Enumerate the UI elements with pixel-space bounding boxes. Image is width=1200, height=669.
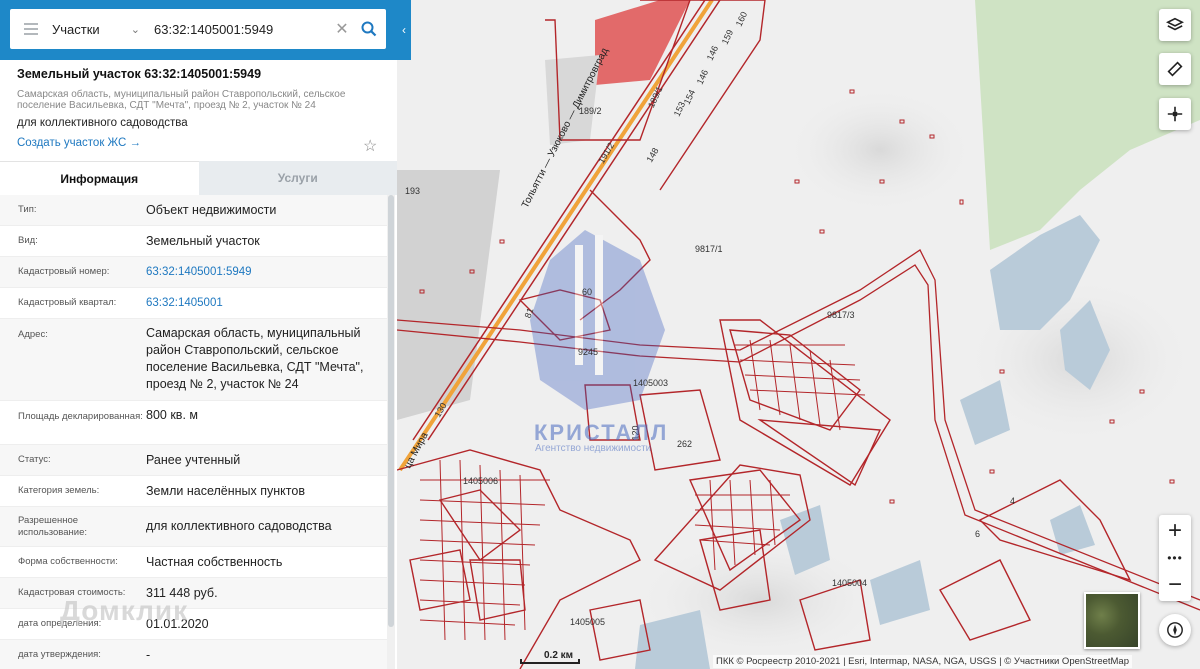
hamburger-menu-icon[interactable] xyxy=(10,9,52,49)
more-options-button[interactable]: ••• xyxy=(1159,547,1191,569)
map-label-quarter: 1405004 xyxy=(832,578,868,588)
parcel-title: Земельный участок 63:32:1405001:5949 xyxy=(17,67,262,81)
table-row: Адрес: Самарская область, муниципальный … xyxy=(0,319,387,401)
row-key: Вид: xyxy=(18,235,38,246)
clear-icon[interactable]: ✕ xyxy=(332,19,352,39)
ruler-button[interactable] xyxy=(1159,53,1191,85)
map-label-parcel: 9817/3 xyxy=(827,310,855,320)
table-row: Вид: Земельный участок xyxy=(0,226,387,257)
zoom-controls: + ••• − xyxy=(1159,515,1191,601)
row-value: для коллективного садоводства xyxy=(146,519,332,533)
row-key: Кадастровый квартал: xyxy=(18,297,117,308)
parcel-address: Самарская область, муниципальный район С… xyxy=(17,89,346,111)
table-row: Кадастровая стоимость: 311 448 руб. xyxy=(0,578,387,609)
map-label-parcel: 9245 xyxy=(578,347,599,357)
table-row: дата определения: 01.01.2020 xyxy=(0,609,387,640)
map-label-parcel: 9817/1 xyxy=(695,244,723,254)
map-label-quarter: 1405003 xyxy=(633,378,669,388)
row-key: Адрес: xyxy=(18,329,48,340)
info-table: Тип: Объект недвижимости Вид: Земельный … xyxy=(0,195,387,669)
ruler-icon xyxy=(1167,61,1183,77)
map-label-parcel: 189/2 xyxy=(579,106,602,116)
search-input[interactable] xyxy=(148,10,332,48)
object-type-label: Участки xyxy=(52,21,100,37)
row-key: Тип: xyxy=(18,204,37,215)
parcel-usage: для коллективного садоводства xyxy=(17,117,188,129)
table-row: Форма собственности: Частная собственнос… xyxy=(0,547,387,578)
table-row: дата утверждения: - xyxy=(0,640,387,669)
row-value: Ранее учтенный xyxy=(146,452,241,467)
tab-services[interactable]: Услуги xyxy=(198,161,397,195)
row-key: Статус: xyxy=(18,454,51,465)
info-tabs: Информация Услуги xyxy=(0,161,397,195)
favorite-star-icon[interactable]: ☆ xyxy=(363,136,377,156)
scale-bar: 0.2 км xyxy=(520,650,580,666)
table-row: Кадастровый номер: 63:32:1405001:5949 xyxy=(0,257,387,288)
map-label-quarter: 1405005 xyxy=(570,617,606,627)
watermark-subtitle: Агентство недвижимости xyxy=(535,443,652,454)
table-row: Кадастровый квартал: 63:32:1405001 xyxy=(0,288,387,319)
collapse-panel-button[interactable]: ‹ xyxy=(397,0,411,60)
create-parcel-link[interactable]: Создать участок ЖС → xyxy=(17,137,141,149)
map-label-parcel: 193 xyxy=(405,186,421,196)
row-value: Частная собственность xyxy=(146,554,283,569)
map-label-quarter: 1405006 xyxy=(463,476,499,486)
row-value: Земли населённых пунктов xyxy=(146,483,305,498)
row-value: Земельный участок xyxy=(146,233,260,248)
info-panel: Земельный участок 63:32:1405001:5949 Сам… xyxy=(0,60,397,669)
map-attribution: ПКК © Росреестр 2010-2021 | Esri, Interm… xyxy=(713,655,1132,668)
row-value: - xyxy=(146,647,151,662)
table-row: Площадь декларированная: 800 кв. м xyxy=(0,401,387,445)
basemap-switcher-thumbnail[interactable] xyxy=(1084,592,1140,649)
zoom-out-button[interactable]: − xyxy=(1159,569,1191,601)
table-row: Категория земель: Земли населённых пункт… xyxy=(0,476,387,507)
domclick-watermark: Домклик xyxy=(60,595,189,626)
map-label-parcel: 6 xyxy=(975,529,981,539)
layers-button[interactable] xyxy=(1159,9,1191,41)
row-key: Форма собственности: xyxy=(18,556,118,567)
row-key: Разрешенное использование: xyxy=(18,514,88,538)
compass-icon xyxy=(1167,622,1183,638)
row-key: Площадь декларированная: xyxy=(18,411,143,422)
map-label-parcel: 60 xyxy=(582,287,593,297)
search-box: Участки ⌄ ✕ xyxy=(10,9,386,49)
map-label-parcel: 262 xyxy=(677,439,693,449)
table-row: Тип: Объект недвижимости xyxy=(0,195,387,226)
zoom-in-button[interactable]: + xyxy=(1159,515,1191,547)
row-value: Объект недвижимости xyxy=(146,202,277,217)
compass-button[interactable] xyxy=(1159,614,1191,646)
row-value: Самарская область, муниципальный район С… xyxy=(146,326,364,391)
row-key: Кадастровый номер: xyxy=(18,266,110,277)
tab-information[interactable]: Информация xyxy=(0,161,199,195)
search-header: Участки ⌄ ✕ xyxy=(0,0,397,60)
locate-button[interactable] xyxy=(1159,98,1191,130)
row-key: дата утверждения: xyxy=(18,649,101,660)
row-key: Категория земель: xyxy=(18,485,100,496)
search-icon[interactable] xyxy=(352,21,386,37)
table-row: Разрешенное использование: для коллектив… xyxy=(0,507,387,547)
cadastral-quarter-link[interactable]: 63:32:1405001 xyxy=(146,295,387,312)
layers-icon xyxy=(1166,17,1184,31)
map-label-parcel: 4 xyxy=(1010,496,1016,506)
table-row: Статус: Ранее учтенный xyxy=(0,445,387,476)
crosshair-icon xyxy=(1167,106,1183,122)
cadastral-number-link[interactable]: 63:32:1405001:5949 xyxy=(146,264,387,281)
panel-scrollbar[interactable] xyxy=(387,195,395,669)
chevron-left-icon: ‹ xyxy=(402,23,406,37)
chevron-down-icon: ⌄ xyxy=(130,23,140,36)
row-value: 800 кв. м xyxy=(146,408,198,422)
object-type-select[interactable]: Участки ⌄ xyxy=(52,22,148,37)
